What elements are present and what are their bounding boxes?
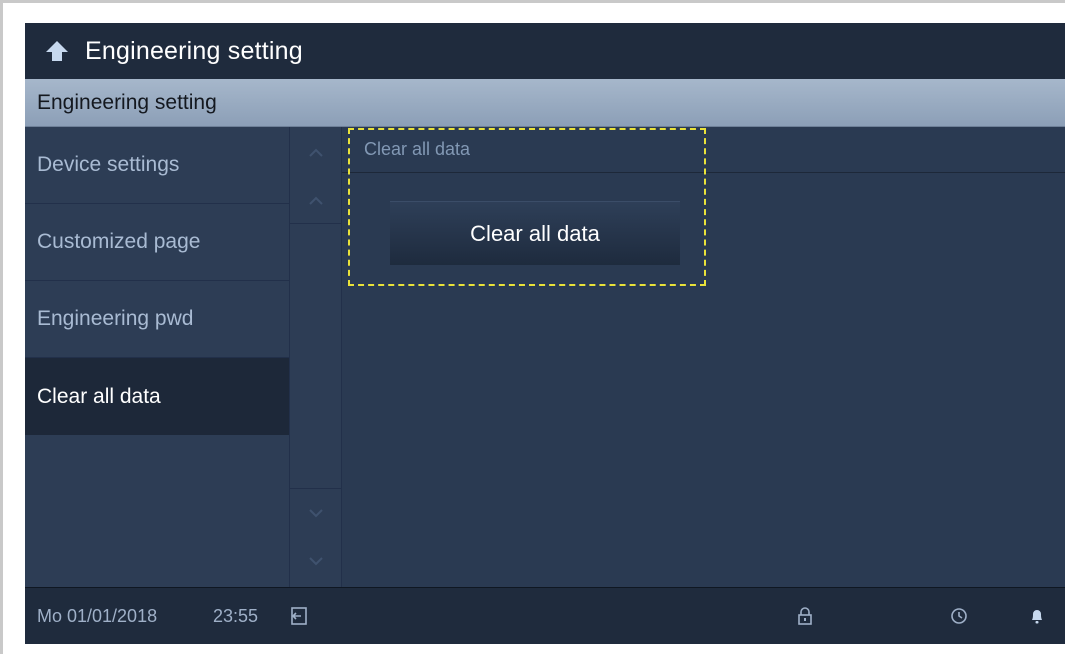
scroll-column — [289, 127, 342, 587]
menu-item-label: Customized page — [37, 230, 201, 253]
title-bar: Engineering setting — [25, 23, 1065, 79]
status-time: 23:55 — [213, 606, 259, 626]
menu-item-label: Clear all data — [37, 384, 161, 408]
content-panel: Clear all data Clear all data — [342, 127, 1065, 587]
status-date: Mo 01/01/2018 — [37, 606, 158, 626]
history-icon[interactable] — [947, 604, 971, 628]
menu-item-clear-all-data[interactable]: Clear all data — [25, 358, 289, 435]
logout-icon[interactable] — [287, 604, 311, 628]
bell-icon[interactable] — [1025, 604, 1049, 628]
section-header: Engineering setting — [25, 79, 1065, 127]
page-title: Engineering setting — [85, 36, 303, 65]
menu-item-engineering-pwd[interactable]: Engineering pwd — [25, 281, 289, 358]
side-menu: Device settings Customized page Engineer… — [25, 127, 289, 587]
status-bar: Mo 01/01/2018 23:55 — [25, 587, 1065, 644]
content-header: Clear all data — [342, 127, 1065, 173]
menu-item-label: Engineering pwd — [37, 307, 194, 330]
clear-all-data-button[interactable]: Clear all data — [390, 201, 680, 265]
menu-item-customized-page[interactable]: Customized page — [25, 204, 289, 281]
scroll-down-icon[interactable] — [290, 489, 341, 537]
scroll-top-icon[interactable] — [290, 129, 341, 177]
scroll-up-icon[interactable] — [290, 177, 341, 225]
back-arrow-icon[interactable] — [39, 33, 75, 69]
menu-item-device-settings[interactable]: Device settings — [25, 127, 289, 204]
scroll-divider — [290, 223, 341, 224]
device-frame: Engineering setting Engineering setting … — [0, 0, 1065, 654]
lock-icon[interactable] — [793, 604, 817, 628]
screen: Engineering setting Engineering setting … — [25, 23, 1065, 644]
scroll-bottom-icon[interactable] — [290, 537, 341, 585]
menu-item-label: Device settings — [37, 153, 180, 176]
